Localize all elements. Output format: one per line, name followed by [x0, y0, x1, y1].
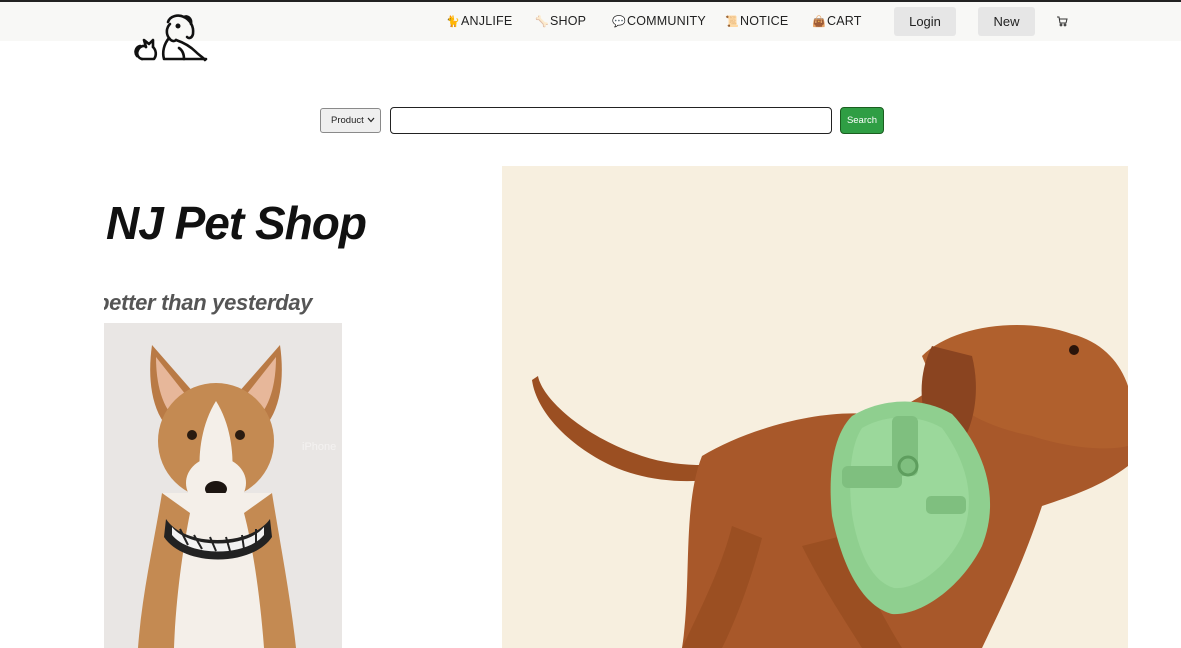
nav-community-label: COMMUNITY [627, 14, 706, 28]
dog-collar-product-image[interactable]: iPhone [104, 323, 342, 648]
chevron-down-icon [367, 117, 375, 123]
page: 🐈 ANJLIFE 🦴 SHOP 💬 COMMUNITY 📜 NOTICE 👜 … [0, 0, 1181, 648]
notice-board-icon: 📜 [725, 15, 739, 28]
nav-notice-label: NOTICE [740, 14, 789, 28]
cat-icon: 🐈 [446, 15, 460, 28]
speech-bubble-icon: 💬 [612, 15, 626, 28]
nav-cart-label: CART [827, 14, 862, 28]
nav-anjlife[interactable]: 🐈 ANJLIFE [446, 14, 512, 28]
new-button[interactable]: New [978, 7, 1035, 36]
category-select[interactable]: Product [320, 108, 381, 133]
nav-anjlife-label: ANJLIFE [461, 14, 513, 28]
dachshund-harness-illustration [532, 325, 1128, 648]
search-input[interactable] [390, 107, 832, 134]
card-watermark: iPhone [302, 441, 337, 453]
nav-shop-label: SHOP [550, 14, 587, 28]
basenji-dog-illustration [138, 345, 296, 648]
shop-title: NJ Pet Shop [106, 197, 367, 249]
slogan-marquee: better than yesterday [104, 290, 344, 320]
nav-notice[interactable]: 📜 NOTICE [725, 14, 788, 28]
slogan-text: better than yesterday [104, 290, 313, 315]
nav-shop[interactable]: 🦴 SHOP [535, 14, 586, 28]
cart-icon[interactable] [1056, 15, 1068, 27]
bag-icon: 👜 [812, 15, 826, 28]
login-button[interactable]: Login [894, 7, 956, 36]
bone-icon: 🦴 [535, 15, 549, 28]
category-select-value: Product [331, 115, 364, 126]
nav-community[interactable]: 💬 COMMUNITY [612, 14, 706, 28]
running-dachshund-image[interactable] [502, 166, 1128, 648]
dog-logo-icon[interactable] [134, 12, 210, 64]
nav-cart[interactable]: 👜 CART [812, 14, 862, 28]
search-button[interactable]: Search [840, 107, 884, 134]
